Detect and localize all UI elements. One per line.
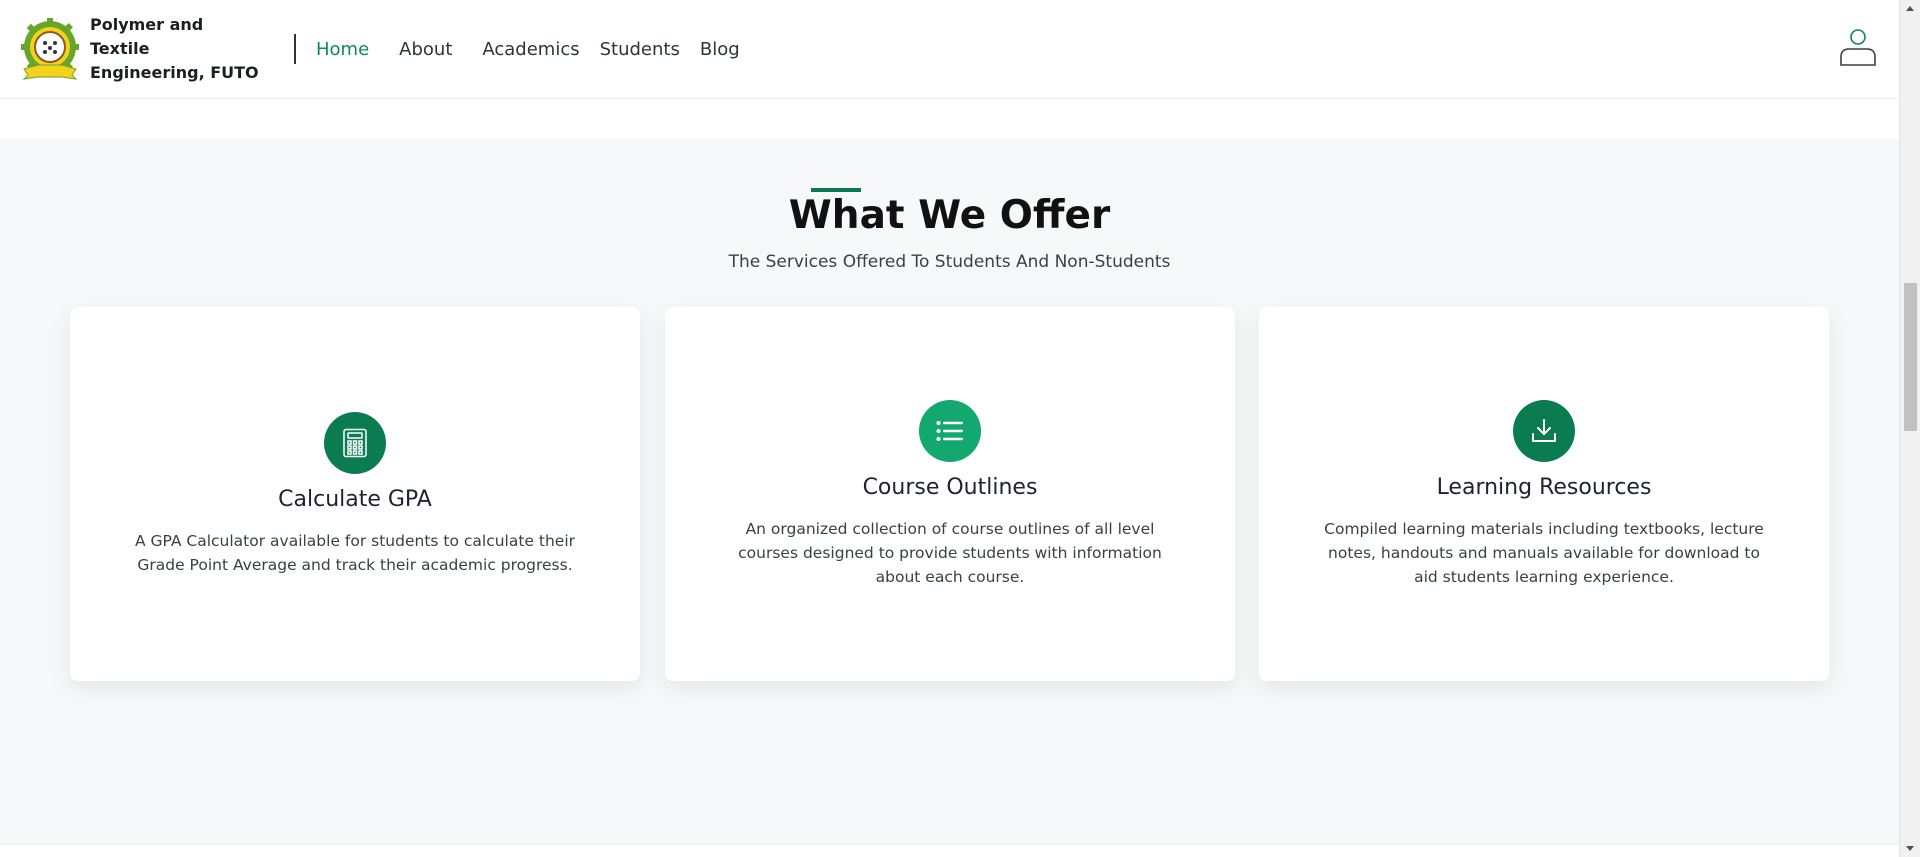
card-title: Calculate GPA <box>278 487 432 512</box>
section-subtitle: The Services Offered To Students And Non… <box>728 252 1171 272</box>
services-section: What We Offer The Services Offered To St… <box>0 139 1899 844</box>
nav-students[interactable]: Students <box>600 39 680 60</box>
nav-academics[interactable]: Academics <box>482 39 579 60</box>
user-icon[interactable] <box>1838 28 1878 68</box>
scroll-down-arrow-icon[interactable] <box>1906 846 1914 851</box>
download-icon <box>1513 400 1575 462</box>
service-card-gpa[interactable]: Calculate GPA A GPA Calculator available… <box>70 307 640 681</box>
brand-name: Polymer and Textile Engineering, FUTO <box>90 15 259 82</box>
title-accent-bar <box>811 188 861 192</box>
site-header: Polymer and Textile Engineering, FUTO Ho… <box>0 0 1899 99</box>
card-title: Learning Resources <box>1436 475 1652 500</box>
service-card-learning-resources[interactable]: Learning Resources Compiled learning mat… <box>1259 307 1829 681</box>
header-spacer <box>0 99 1899 139</box>
scrollbar-thumb[interactable] <box>1904 283 1917 431</box>
scroll-up-arrow-icon[interactable] <box>1906 6 1914 11</box>
calculator-icon <box>324 412 386 474</box>
section-title: What We Offer <box>788 193 1111 238</box>
nav-about[interactable]: About <box>399 39 452 60</box>
header-divider <box>294 34 296 64</box>
brand[interactable]: Polymer and Textile Engineering, FUTO <box>18 13 260 85</box>
futo-logo <box>18 17 82 81</box>
card-title: Course Outlines <box>862 475 1038 500</box>
nav-blog[interactable]: Blog <box>700 39 740 60</box>
card-description: A GPA Calculator available for students … <box>134 532 576 574</box>
card-description: An organized collection of course outlin… <box>738 520 1162 586</box>
nav-home[interactable]: Home <box>316 39 369 60</box>
page-scrollbar[interactable] <box>1899 0 1920 857</box>
list-icon <box>919 400 981 462</box>
next-section-edge <box>0 844 1899 857</box>
service-card-course-outlines[interactable]: Course Outlines An organized collection … <box>665 307 1235 681</box>
card-description: Compiled learning materials including te… <box>1324 520 1764 586</box>
main-nav: Home About Academics Students Blog <box>316 39 760 60</box>
